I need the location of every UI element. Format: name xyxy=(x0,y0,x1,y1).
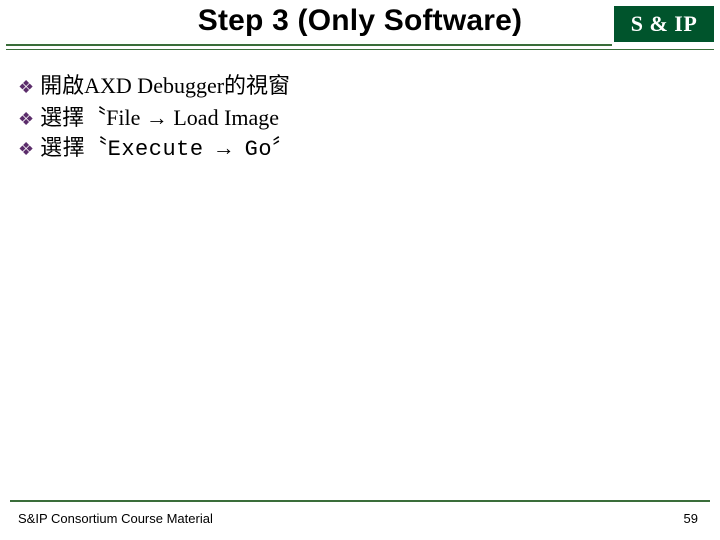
slide-title: Step 3 (Only Software) xyxy=(198,4,522,37)
title-container: Step 3 (Only Software) xyxy=(0,4,720,38)
header-rule-thin xyxy=(6,49,714,50)
brand-logo: S & IP xyxy=(614,6,714,42)
diamond-bullet-icon: ❖ xyxy=(18,135,34,164)
slide: Step 3 (Only Software) S & IP ❖ 開啟AXD De… xyxy=(0,0,720,540)
slide-content: ❖ 開啟AXD Debugger的視窗 ❖ 選擇〝File → Load Ima… xyxy=(18,70,702,166)
diamond-bullet-icon: ❖ xyxy=(18,73,34,102)
bullet-item: ❖ 選擇〝Execute → Go〞 xyxy=(18,134,702,166)
header-rule-thick xyxy=(6,44,612,46)
bullet-text: 選擇〝Execute → Go〞 xyxy=(40,134,294,166)
footer-rule xyxy=(10,500,710,502)
diamond-bullet-icon: ❖ xyxy=(18,105,34,134)
bullet-text: 選擇〝File → Load Image xyxy=(40,102,279,134)
slide-header: Step 3 (Only Software) S & IP xyxy=(0,0,720,64)
bullet-item: ❖ 選擇〝File → Load Image xyxy=(18,102,702,134)
bullet-item: ❖ 開啟AXD Debugger的視窗 xyxy=(18,70,702,102)
bullet-text: 開啟AXD Debugger的視窗 xyxy=(40,70,290,102)
footer-text: S&IP Consortium Course Material xyxy=(18,511,213,526)
page-number: 59 xyxy=(684,511,698,526)
